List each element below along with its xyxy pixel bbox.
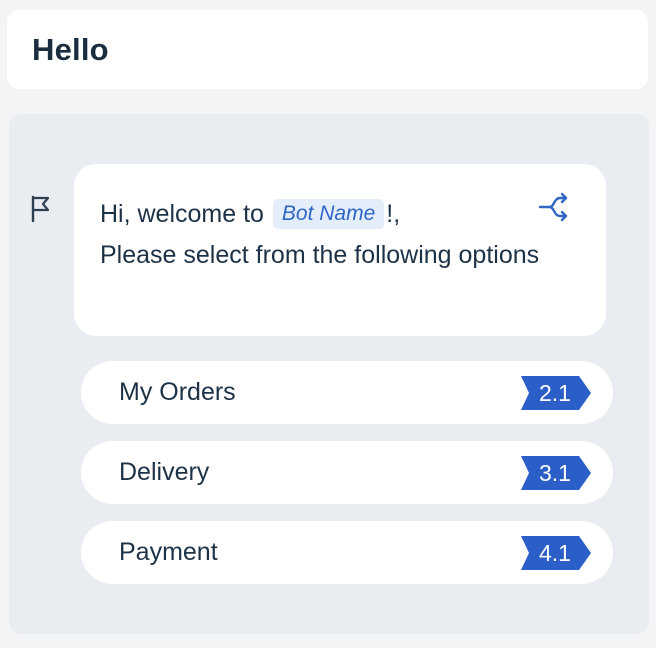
badge-number: 4.1	[539, 539, 571, 566]
flag-icon	[31, 195, 50, 223]
option-payment[interactable]: Payment 4.1	[81, 521, 613, 584]
option-badge: 4.1	[521, 536, 591, 570]
page-title: Hello	[32, 31, 109, 67]
option-label: Delivery	[119, 458, 210, 486]
header-card: Hello	[7, 10, 648, 89]
option-badge: 2.1	[521, 376, 591, 410]
branch-icon[interactable]	[538, 192, 572, 222]
badge-number: 3.1	[539, 459, 571, 486]
greeting-text: Hi, welcome to	[100, 200, 264, 228]
conversation-panel: Hi, welcome to Bot Name!, Please select …	[9, 114, 649, 634]
option-label: My Orders	[119, 378, 236, 406]
option-badge: 3.1	[521, 456, 591, 490]
badge-number: 2.1	[539, 379, 571, 406]
greeting-punctuation: !,	[386, 200, 401, 228]
option-my-orders[interactable]: My Orders 2.1	[81, 361, 613, 424]
welcome-message: Hi, welcome to Bot Name!, Please select …	[74, 164, 606, 336]
option-delivery[interactable]: Delivery 3.1	[81, 441, 613, 504]
option-label: Payment	[119, 538, 218, 566]
bot-name-variable[interactable]: Bot Name	[272, 199, 385, 229]
welcome-text: Hi, welcome to Bot Name!, Please select …	[100, 194, 540, 276]
instruction-text: Please select from the following options	[100, 241, 540, 269]
